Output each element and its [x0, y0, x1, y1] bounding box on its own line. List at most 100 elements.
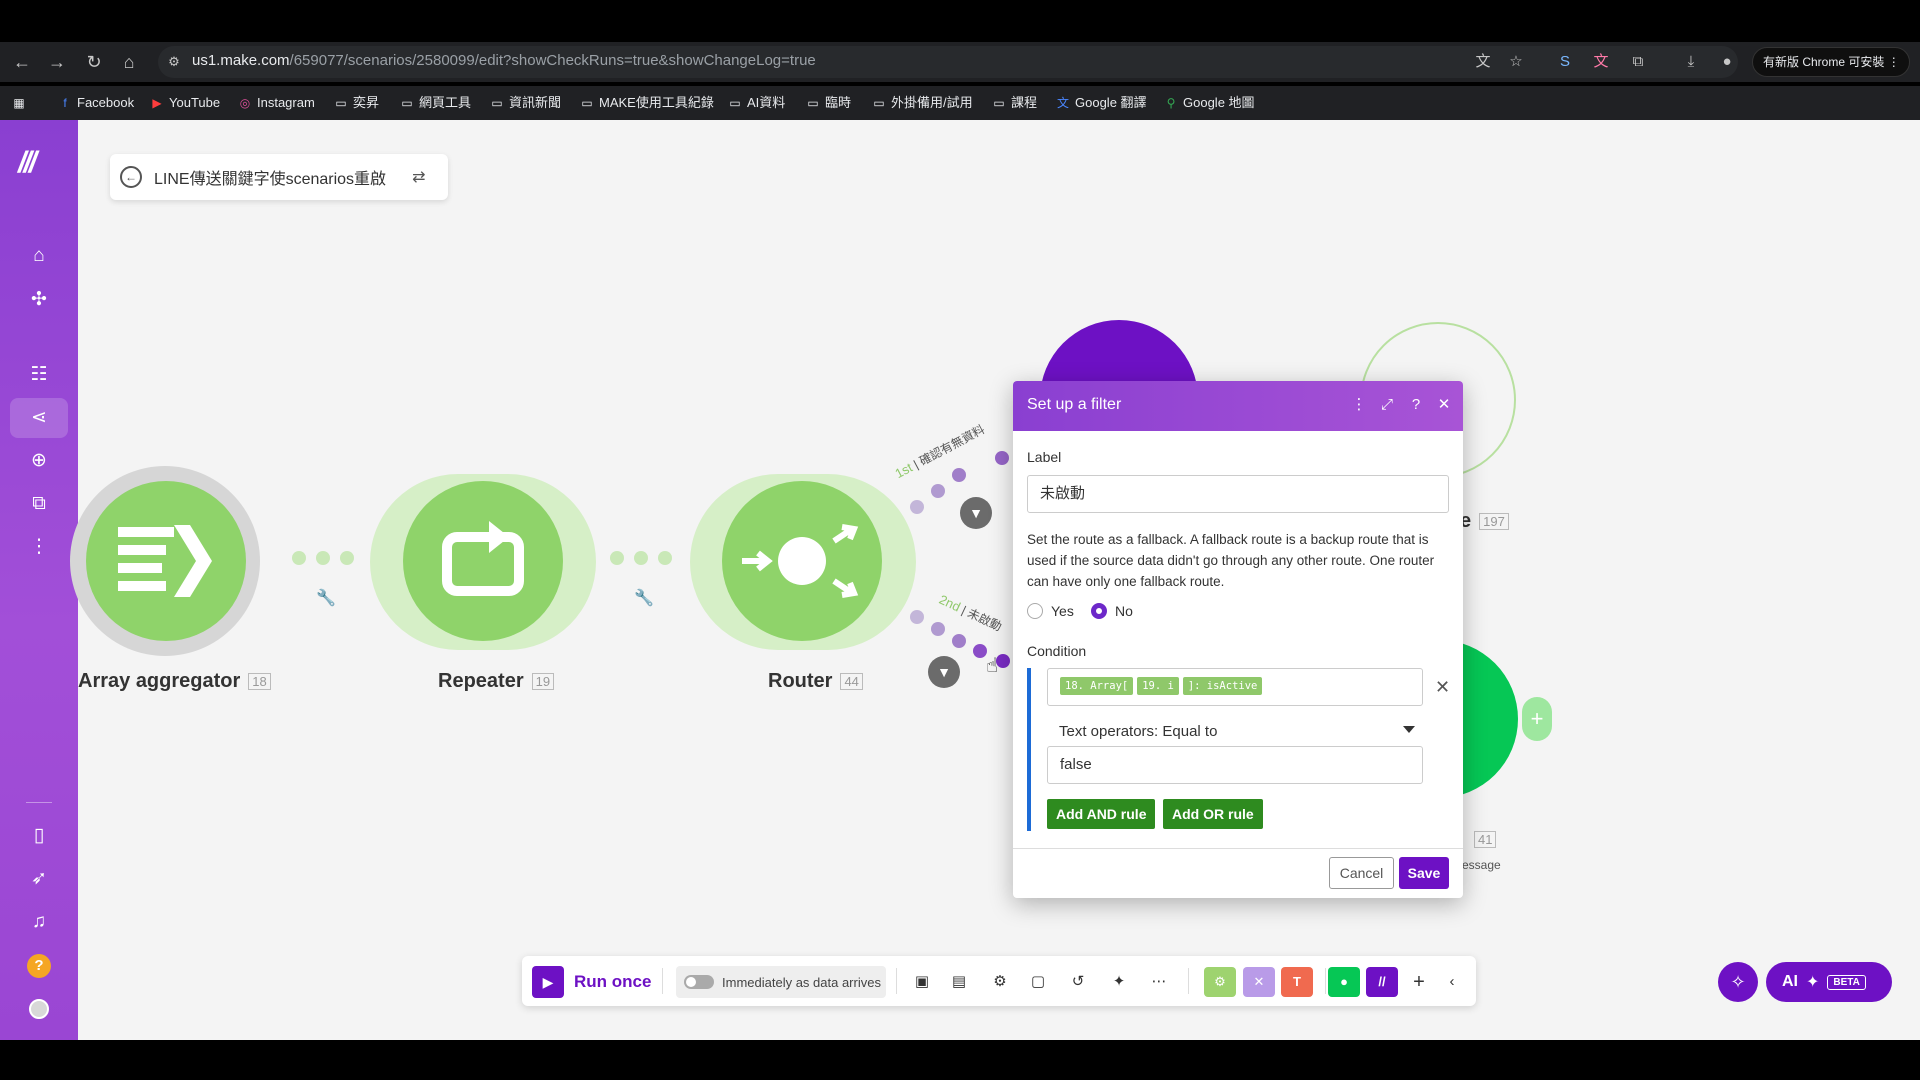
label-input[interactable]: 未啟動	[1027, 475, 1449, 513]
schedule-toggle[interactable]: Immediately as data arrives	[676, 966, 886, 998]
home-nav-icon[interactable]: ⌂	[10, 236, 68, 276]
whats-new-rocket-icon[interactable]: ➶	[10, 859, 68, 899]
bookmark-folder-7[interactable]: ▭ 外掛備用/試用	[872, 92, 972, 114]
make-app-icon[interactable]: //	[1366, 967, 1398, 997]
wrench-icon[interactable]: 🔧	[634, 588, 654, 608]
wrench-icon[interactable]: 🔧	[316, 588, 336, 608]
line-app-icon[interactable]: ●	[1328, 967, 1360, 997]
bookmark-instagram[interactable]: ◎ Instagram	[238, 92, 315, 114]
remove-condition-icon[interactable]: ✕	[1435, 677, 1450, 698]
array-aggregator-module[interactable]	[86, 481, 246, 641]
notes-icon[interactable]: ▢	[1026, 970, 1050, 994]
profile-icon[interactable]: ●	[1716, 51, 1738, 73]
bookmark-folder-8[interactable]: ▭ 課程	[992, 92, 1037, 114]
settings-tune-icon[interactable]: ⇄	[412, 167, 425, 187]
make-logo-icon[interactable]: ///	[18, 146, 37, 180]
avatar[interactable]	[29, 999, 49, 1019]
add-or-rule-button[interactable]: Add OR rule	[1163, 799, 1263, 829]
cancel-button[interactable]: Cancel	[1329, 857, 1394, 889]
module-41-label: essage	[1462, 858, 1501, 872]
radio-unselected	[1027, 603, 1043, 619]
fallback-yes-radio[interactable]: Yes	[1027, 603, 1074, 619]
bookmark-folder-2[interactable]: ▭ 網頁工具	[400, 92, 471, 114]
variable-pill[interactable]: 19. i	[1137, 677, 1179, 695]
folder-icon: ▭	[807, 96, 819, 110]
more-horizontal-icon[interactable]: ⋯	[1147, 970, 1171, 994]
lightbulb-icon[interactable]: ✧	[1718, 962, 1758, 1002]
instagram-icon: ◎	[239, 96, 251, 110]
add-plus-icon[interactable]: +	[1407, 970, 1431, 994]
auto-align-wand-icon[interactable]: ✦	[1107, 970, 1131, 994]
scheduling-icon[interactable]: ▤	[947, 970, 971, 994]
operator-select[interactable]: Text operators: Equal to	[1047, 714, 1423, 750]
connector-dot	[610, 551, 624, 565]
close-icon[interactable]: ✕	[1433, 394, 1455, 416]
router-label: Router 44	[768, 670, 863, 693]
router-module[interactable]	[722, 481, 882, 641]
download-icon[interactable]: ⤓	[1680, 51, 1702, 73]
condition-operand-input[interactable]: 18. Array[ 19. i ]: isActive	[1047, 668, 1423, 706]
variable-pill[interactable]: 18. Array[	[1060, 677, 1134, 695]
team-nav-icon[interactable]: ☷	[10, 355, 68, 395]
connections-nav-icon[interactable]: ⊕	[10, 441, 68, 481]
translate-page-icon[interactable]: 文	[1472, 51, 1494, 73]
flow-control-icon[interactable]: ✕	[1243, 967, 1275, 997]
bookmark-star-icon[interactable]: ☆	[1505, 51, 1527, 73]
add-and-rule-button[interactable]: Add AND rule	[1047, 799, 1156, 829]
connector-dot	[340, 551, 354, 565]
save-disk-icon[interactable]: ▣	[910, 970, 934, 994]
chrome-update-button[interactable]: 有新版 Chrome 可安裝 ⋮	[1752, 47, 1910, 77]
caret-down-icon[interactable]	[1403, 726, 1415, 733]
forward-icon[interactable]: →	[45, 50, 69, 74]
add-module-plus-icon[interactable]: +	[1522, 697, 1552, 741]
home-icon[interactable]: ⌂	[117, 50, 141, 74]
connector-dot	[658, 551, 672, 565]
bookmark-youtube[interactable]: ▶ YouTube	[150, 92, 220, 114]
collapse-chevron-icon[interactable]: ‹	[1440, 970, 1464, 994]
organization-nav-icon[interactable]: ✣	[10, 280, 68, 320]
extension-s-icon[interactable]: S	[1554, 51, 1576, 73]
route1-filter-icon[interactable]: ▼	[960, 497, 992, 529]
settings-gear-icon[interactable]: ⚙	[988, 970, 1012, 994]
text-parser-icon[interactable]: T	[1281, 967, 1313, 997]
extensions-puzzle-icon[interactable]: ⧉	[1627, 51, 1649, 73]
scenarios-nav-icon[interactable]: ⋖	[10, 398, 68, 438]
fallback-no-radio[interactable]: No	[1091, 603, 1133, 619]
expand-icon[interactable]: ⤢	[1376, 394, 1398, 416]
scenario-canvas[interactable]	[0, 120, 1920, 1040]
bookmark-folder-6[interactable]: ▭ 臨時	[806, 92, 851, 114]
more-vertical-icon[interactable]: ⋮	[1348, 394, 1370, 416]
run-once-button[interactable]: ▶ Run once	[532, 966, 651, 998]
more-nav-icon[interactable]: ⋮	[10, 527, 68, 567]
route2-filter-icon[interactable]: ▼	[928, 656, 960, 688]
help-question-icon[interactable]: ?	[1405, 394, 1427, 416]
bookmark-google-maps[interactable]: ⚲ Google 地圖	[1164, 92, 1255, 114]
condition-value-input[interactable]: false	[1047, 746, 1423, 784]
scenario-title[interactable]: LINE傳送關鍵字使scenarios重啟	[154, 165, 386, 189]
back-arrow-icon[interactable]: ←	[120, 166, 142, 188]
apps-nav-icon[interactable]: ⧉	[10, 484, 68, 524]
extension-translate-icon[interactable]: 文	[1590, 51, 1612, 73]
bookmark-google-translate[interactable]: 文 Google 翻譯	[1056, 92, 1147, 114]
toggle-switch[interactable]	[684, 975, 714, 989]
apps-grid-icon[interactable]: ▦	[12, 92, 26, 114]
help-icon[interactable]: ?	[27, 954, 51, 978]
notifications-bell-icon[interactable]: ♫	[10, 902, 68, 942]
ai-assistant-button[interactable]: AI ✦ BETA	[1766, 962, 1892, 1002]
fallback-help-text: Set the route as a fallback. A fallback …	[1027, 532, 1435, 589]
reload-icon[interactable]: ↻	[82, 50, 106, 74]
site-info-icon[interactable]: ⚙	[162, 50, 186, 74]
tools-icon[interactable]: ⚙	[1204, 967, 1236, 997]
bookmark-folder-1[interactable]: ▭ 奕昇	[334, 92, 379, 114]
undo-icon[interactable]: ↺	[1066, 970, 1090, 994]
docs-book-icon[interactable]: ▯	[10, 816, 68, 856]
bookmark-folder-3[interactable]: ▭ 資訊新聞	[490, 92, 561, 114]
repeater-module[interactable]	[403, 481, 563, 641]
back-icon[interactable]: ←	[10, 50, 34, 74]
save-button[interactable]: Save	[1399, 857, 1449, 889]
variable-pill[interactable]: ]: isActive	[1182, 677, 1263, 695]
bookmark-folder-5[interactable]: ▭ AI資料	[728, 92, 785, 114]
bookmark-folder-4[interactable]: ▭ MAKE使用工具紀錄	[580, 92, 714, 114]
url-text[interactable]: us1.make.com/659077/scenarios/2580099/ed…	[192, 52, 816, 69]
bookmark-facebook[interactable]: f Facebook	[58, 92, 134, 114]
